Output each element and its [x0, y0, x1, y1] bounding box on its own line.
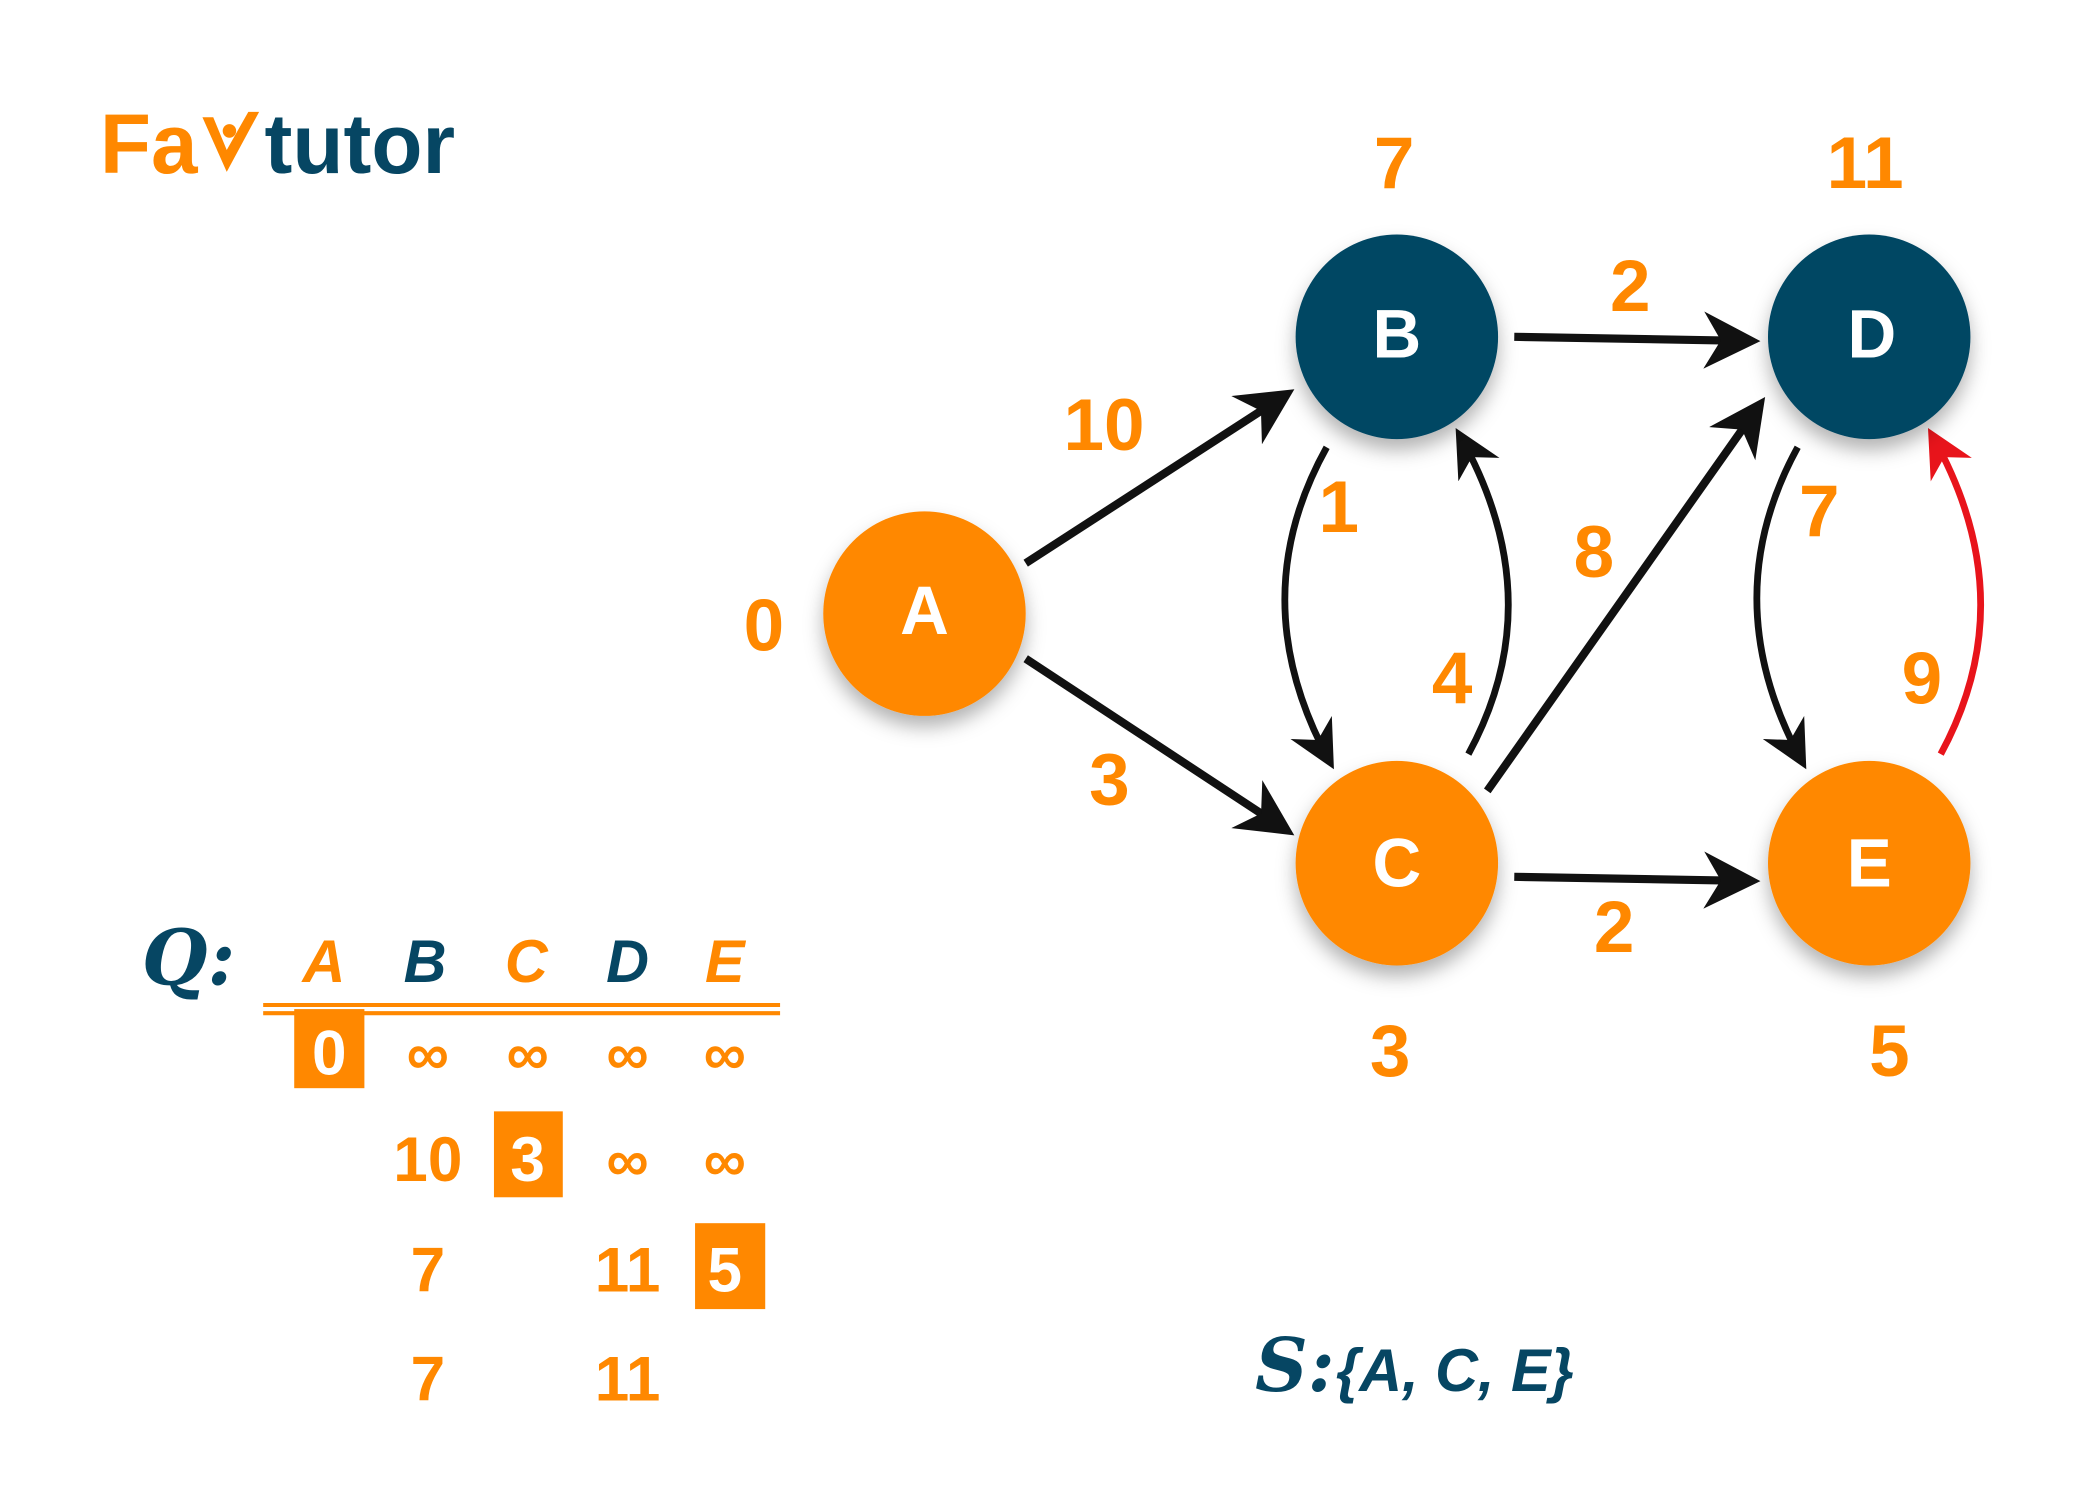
queue-header-a: A — [300, 928, 345, 995]
node-label: D — [1848, 297, 1897, 372]
node-a: A — [823, 511, 1026, 716]
distance-d: 11 — [1827, 122, 1904, 204]
dijkstra-diagram: Fa tutor 10 3 2 1 4 8 2 7 9 A B C D E 0 … — [100, 97, 1985, 1415]
queue-cell: 10 — [393, 1126, 462, 1195]
queue-cell-selected: 0 — [312, 1019, 347, 1088]
weight-c-b: 4 — [1432, 637, 1473, 719]
queue-cell: 11 — [595, 1345, 661, 1414]
edge-a-c — [1023, 655, 1295, 836]
node-b: B — [1295, 234, 1499, 440]
favtutor-logo: Fa tutor — [100, 97, 455, 191]
edge-c-e — [1514, 851, 1761, 909]
node-e: E — [1767, 760, 1971, 966]
weight-e-d: 9 — [1902, 637, 1943, 719]
weight-d-e: 7 — [1799, 470, 1840, 552]
logo-text-tutor: tutor — [265, 97, 456, 191]
queue-header-b: B — [404, 928, 447, 995]
queue-cell-selected: 5 — [707, 1236, 742, 1305]
node-d: D — [1767, 234, 1971, 440]
distance-b: 7 — [1374, 122, 1415, 204]
node-label: A — [900, 574, 949, 649]
settled-label: S: — [1255, 1323, 1335, 1409]
queue-cell: ∞ — [507, 1020, 549, 1087]
distance-a: 0 — [744, 584, 785, 666]
weight-b-c: 1 — [1319, 465, 1360, 547]
settled-set-values: {A, C, E} — [1336, 1337, 1574, 1404]
weight-a-b: 10 — [1063, 384, 1144, 466]
queue-cell: 11 — [595, 1236, 661, 1305]
queue-cell: ∞ — [704, 1127, 746, 1194]
queue-label: Q: — [142, 913, 236, 1002]
queue-header-c: C — [505, 928, 549, 995]
edge-d-e — [1753, 445, 1807, 770]
queue-cell: ∞ — [606, 1127, 648, 1194]
weight-c-d: 8 — [1574, 510, 1615, 592]
queue-cell: ∞ — [704, 1020, 746, 1087]
weight-c-e: 2 — [1594, 885, 1635, 967]
logo-text-fa: Fa — [100, 97, 199, 191]
node-label: B — [1372, 297, 1421, 372]
node-label: C — [1372, 826, 1421, 901]
queue-header-d: D — [606, 928, 649, 995]
priority-queue-table: Q: A B C D E 0 ∞ ∞ ∞ ∞ 10 3 ∞ ∞ 7 11 5 7 11 — [142, 913, 781, 1415]
queue-cell: 7 — [411, 1345, 446, 1414]
queue-cell: ∞ — [606, 1020, 648, 1087]
logo-dot-icon — [222, 124, 237, 138]
node-label: E — [1847, 826, 1892, 901]
settled-set: S: {A, C, E} — [1255, 1323, 1574, 1409]
node-c: C — [1295, 760, 1499, 966]
distance-e: 5 — [1869, 1010, 1910, 1092]
queue-cell-selected: 3 — [510, 1126, 545, 1195]
queue-cell: ∞ — [407, 1020, 449, 1087]
edge-b-d — [1514, 311, 1761, 369]
queue-cell: 7 — [411, 1236, 446, 1305]
edge-c-d — [1483, 397, 1766, 794]
v-checkmark-person-icon — [202, 111, 260, 172]
queue-header-e: E — [705, 928, 747, 995]
weight-b-d: 2 — [1610, 245, 1651, 327]
distance-c: 3 — [1370, 1010, 1411, 1092]
weight-a-c: 3 — [1089, 738, 1130, 820]
